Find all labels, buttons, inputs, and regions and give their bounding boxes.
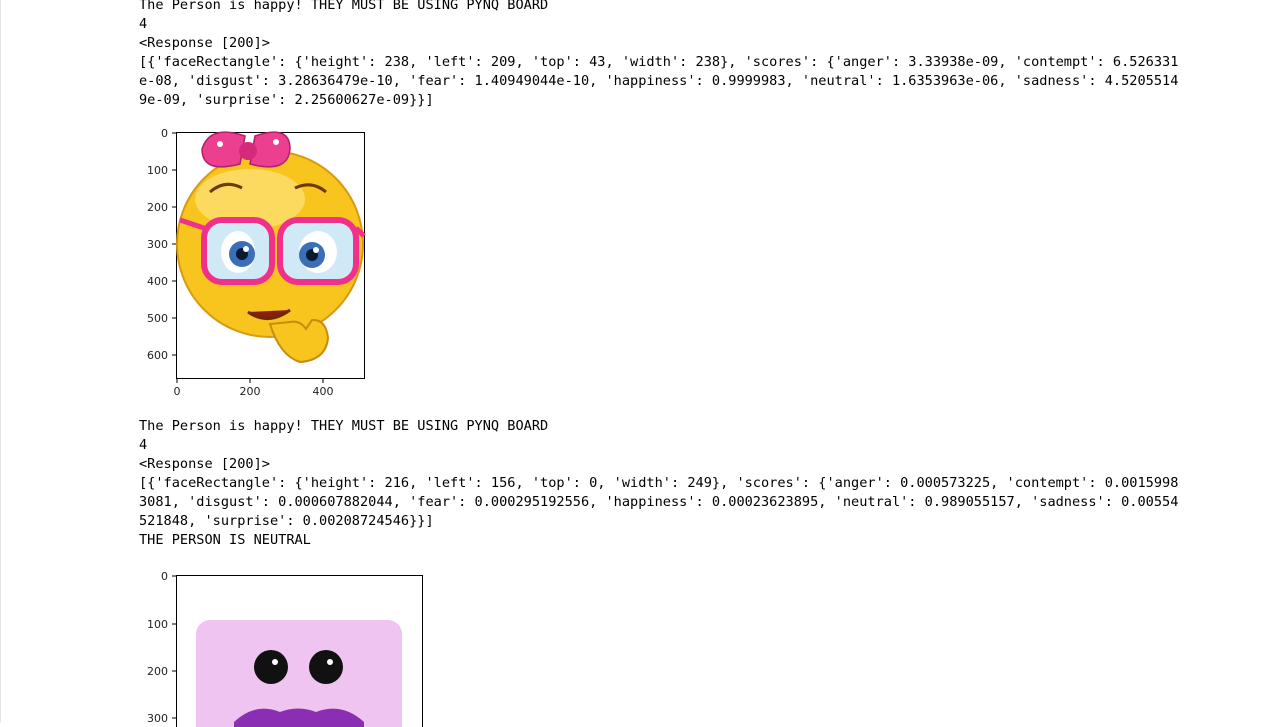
x-tick-label: 0 xyxy=(174,385,181,398)
cell-gutter-divider xyxy=(0,0,1,723)
output-line: <Response [200]> xyxy=(139,34,1178,53)
output-line: [{'faceRectangle': {'height': 238, 'left… xyxy=(139,53,1178,72)
y-tick-label: 200 xyxy=(147,665,168,678)
x-tick-label: 200 xyxy=(240,385,261,398)
y-tick-label: 500 xyxy=(147,312,168,325)
y-tick-label: 400 xyxy=(147,275,168,288)
output-line: 4 xyxy=(139,436,1178,455)
y-tick-label: 100 xyxy=(147,164,168,177)
plot-2-svg: 0 100 200 300 xyxy=(130,567,430,727)
y-tick-label: 100 xyxy=(147,618,168,631)
y-tick-label: 0 xyxy=(161,570,168,583)
output-line: 4 xyxy=(139,15,1178,34)
plot-1-svg: 0 100 200 300 400 500 600 0 200 400 xyxy=(130,124,390,400)
image-plot-1: 0 100 200 300 400 500 600 0 200 400 xyxy=(130,124,390,400)
output-line: THE PERSON IS NEUTRAL xyxy=(139,531,1178,550)
plot-1-x-axis: 0 200 400 xyxy=(174,379,334,398)
image-plot-2: 0 100 200 300 xyxy=(130,567,430,727)
output-line: The Person is happy! THEY MUST BE USING … xyxy=(139,417,1178,436)
output-line: 3081, 'disgust': 0.000607882044, 'fear':… xyxy=(139,493,1178,512)
y-tick-label: 300 xyxy=(147,712,168,725)
square-face-image xyxy=(196,620,402,727)
output-line: <Response [200]> xyxy=(139,455,1178,474)
x-tick-label: 400 xyxy=(313,385,334,398)
output-line: [{'faceRectangle': {'height': 216, 'left… xyxy=(139,474,1178,493)
output-line: 521848, 'surprise': 0.00208724546}}] xyxy=(139,512,1178,531)
y-tick-label: 0 xyxy=(161,127,168,140)
output-line: 9e-09, 'surprise': 2.25600627e-09}}] xyxy=(139,91,1178,110)
output-line: e-08, 'disgust': 3.28636479e-10, 'fear':… xyxy=(139,72,1178,91)
y-tick-label: 600 xyxy=(147,349,168,362)
plot-1-y-axis: 0 100 200 300 400 500 600 xyxy=(147,127,176,362)
plot-2-y-axis: 0 100 200 300 xyxy=(147,570,176,725)
cell-output-text-1: The Person is happy! THEY MUST BE USING … xyxy=(139,0,1178,110)
output-line: The Person is happy! THEY MUST BE USING … xyxy=(139,0,1178,15)
y-tick-label: 300 xyxy=(147,238,168,251)
cell-output-text-2: The Person is happy! THEY MUST BE USING … xyxy=(139,417,1178,550)
y-tick-label: 200 xyxy=(147,201,168,214)
